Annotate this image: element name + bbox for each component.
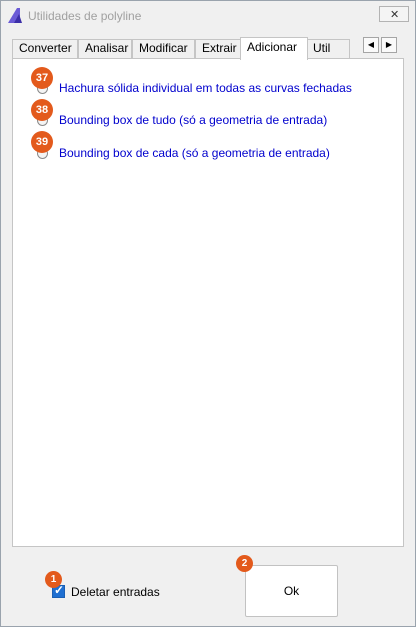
dialog-window: Utilidades de polyline ✕ Converter Anali… xyxy=(0,0,416,627)
close-button[interactable]: ✕ xyxy=(379,6,409,22)
tab-adicionar[interactable]: Adicionar xyxy=(240,37,308,60)
tab-util[interactable]: Util xyxy=(306,39,350,58)
close-icon: ✕ xyxy=(390,9,400,21)
ok-button[interactable]: Ok xyxy=(245,565,338,617)
window-title: Utilidades de polyline xyxy=(28,9,142,23)
tab-panel-adicionar xyxy=(12,58,404,547)
step-badge: 39 xyxy=(31,131,53,153)
ok-button-label: Ok xyxy=(283,584,300,598)
polyline-app-icon xyxy=(8,8,22,23)
arrow-right-icon: ▶ xyxy=(385,40,393,49)
option-label[interactable]: Hachura sólida individual em todas as cu… xyxy=(59,81,352,95)
option-label[interactable]: Bounding box de tudo (só a geometria de … xyxy=(59,113,327,127)
step-badge: 1 xyxy=(45,571,62,588)
tab-scroll-left-button[interactable]: ◀ xyxy=(363,37,379,53)
delete-inputs-label[interactable]: Deletar entradas xyxy=(71,585,160,599)
title-bar: Utilidades de polyline ✕ xyxy=(1,1,415,31)
tab-strip: Converter Analisar Modificar Extrair Adi… xyxy=(12,37,404,60)
step-badge: 38 xyxy=(31,99,53,121)
tab-converter[interactable]: Converter xyxy=(12,39,78,58)
option-label[interactable]: Bounding box de cada (só a geometria de … xyxy=(59,146,330,160)
tab-modificar[interactable]: Modificar xyxy=(132,39,195,58)
tab-extrair[interactable]: Extrair xyxy=(195,39,242,58)
tab-scroll-right-button[interactable]: ▶ xyxy=(381,37,397,53)
step-badge: 2 xyxy=(236,555,253,572)
step-badge: 37 xyxy=(31,67,53,89)
tab-analisar[interactable]: Analisar xyxy=(78,39,132,58)
arrow-left-icon: ◀ xyxy=(367,40,375,49)
